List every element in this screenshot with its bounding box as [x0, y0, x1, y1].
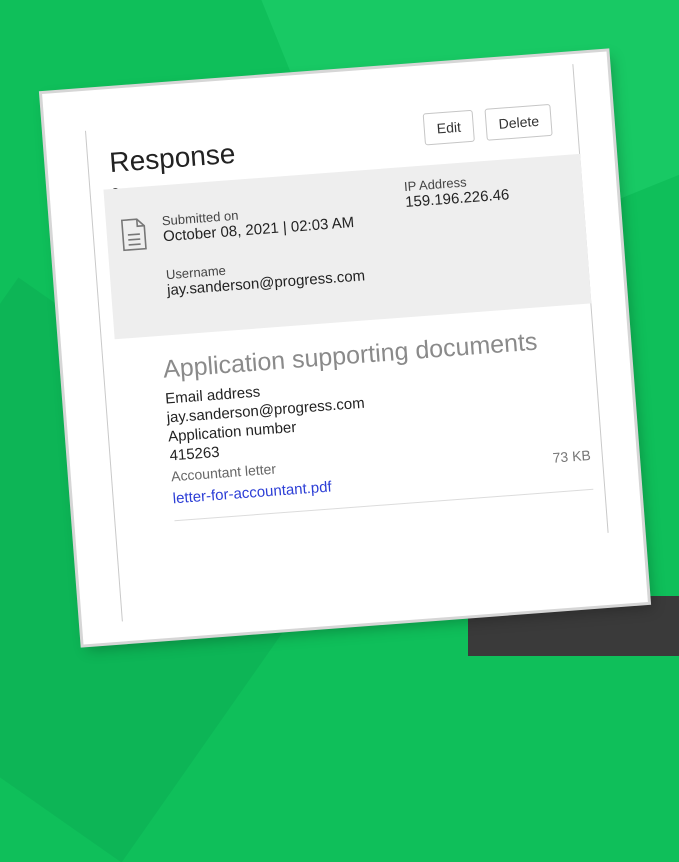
ip-address: IP Address 159.196.226.46 [404, 171, 510, 211]
attachment-size: 73 KB [552, 446, 592, 466]
edit-button[interactable]: Edit [422, 109, 476, 146]
username: Username jay.sanderson@progress.com [165, 252, 365, 299]
attachment-link[interactable]: letter-for-accountant.pdf [172, 478, 332, 507]
response-card: Response 2 Edit Delete Submitted on Octo… [42, 51, 648, 645]
response-title: Response [108, 137, 237, 179]
document-icon [120, 218, 147, 252]
delete-button[interactable]: Delete [484, 103, 554, 141]
submitted-on: Submitted on October 08, 2021 | 02:03 AM [161, 199, 354, 246]
document-section: Application supporting documents Email a… [162, 324, 594, 522]
submission-meta: Submitted on October 08, 2021 | 02:03 AM… [103, 153, 592, 340]
